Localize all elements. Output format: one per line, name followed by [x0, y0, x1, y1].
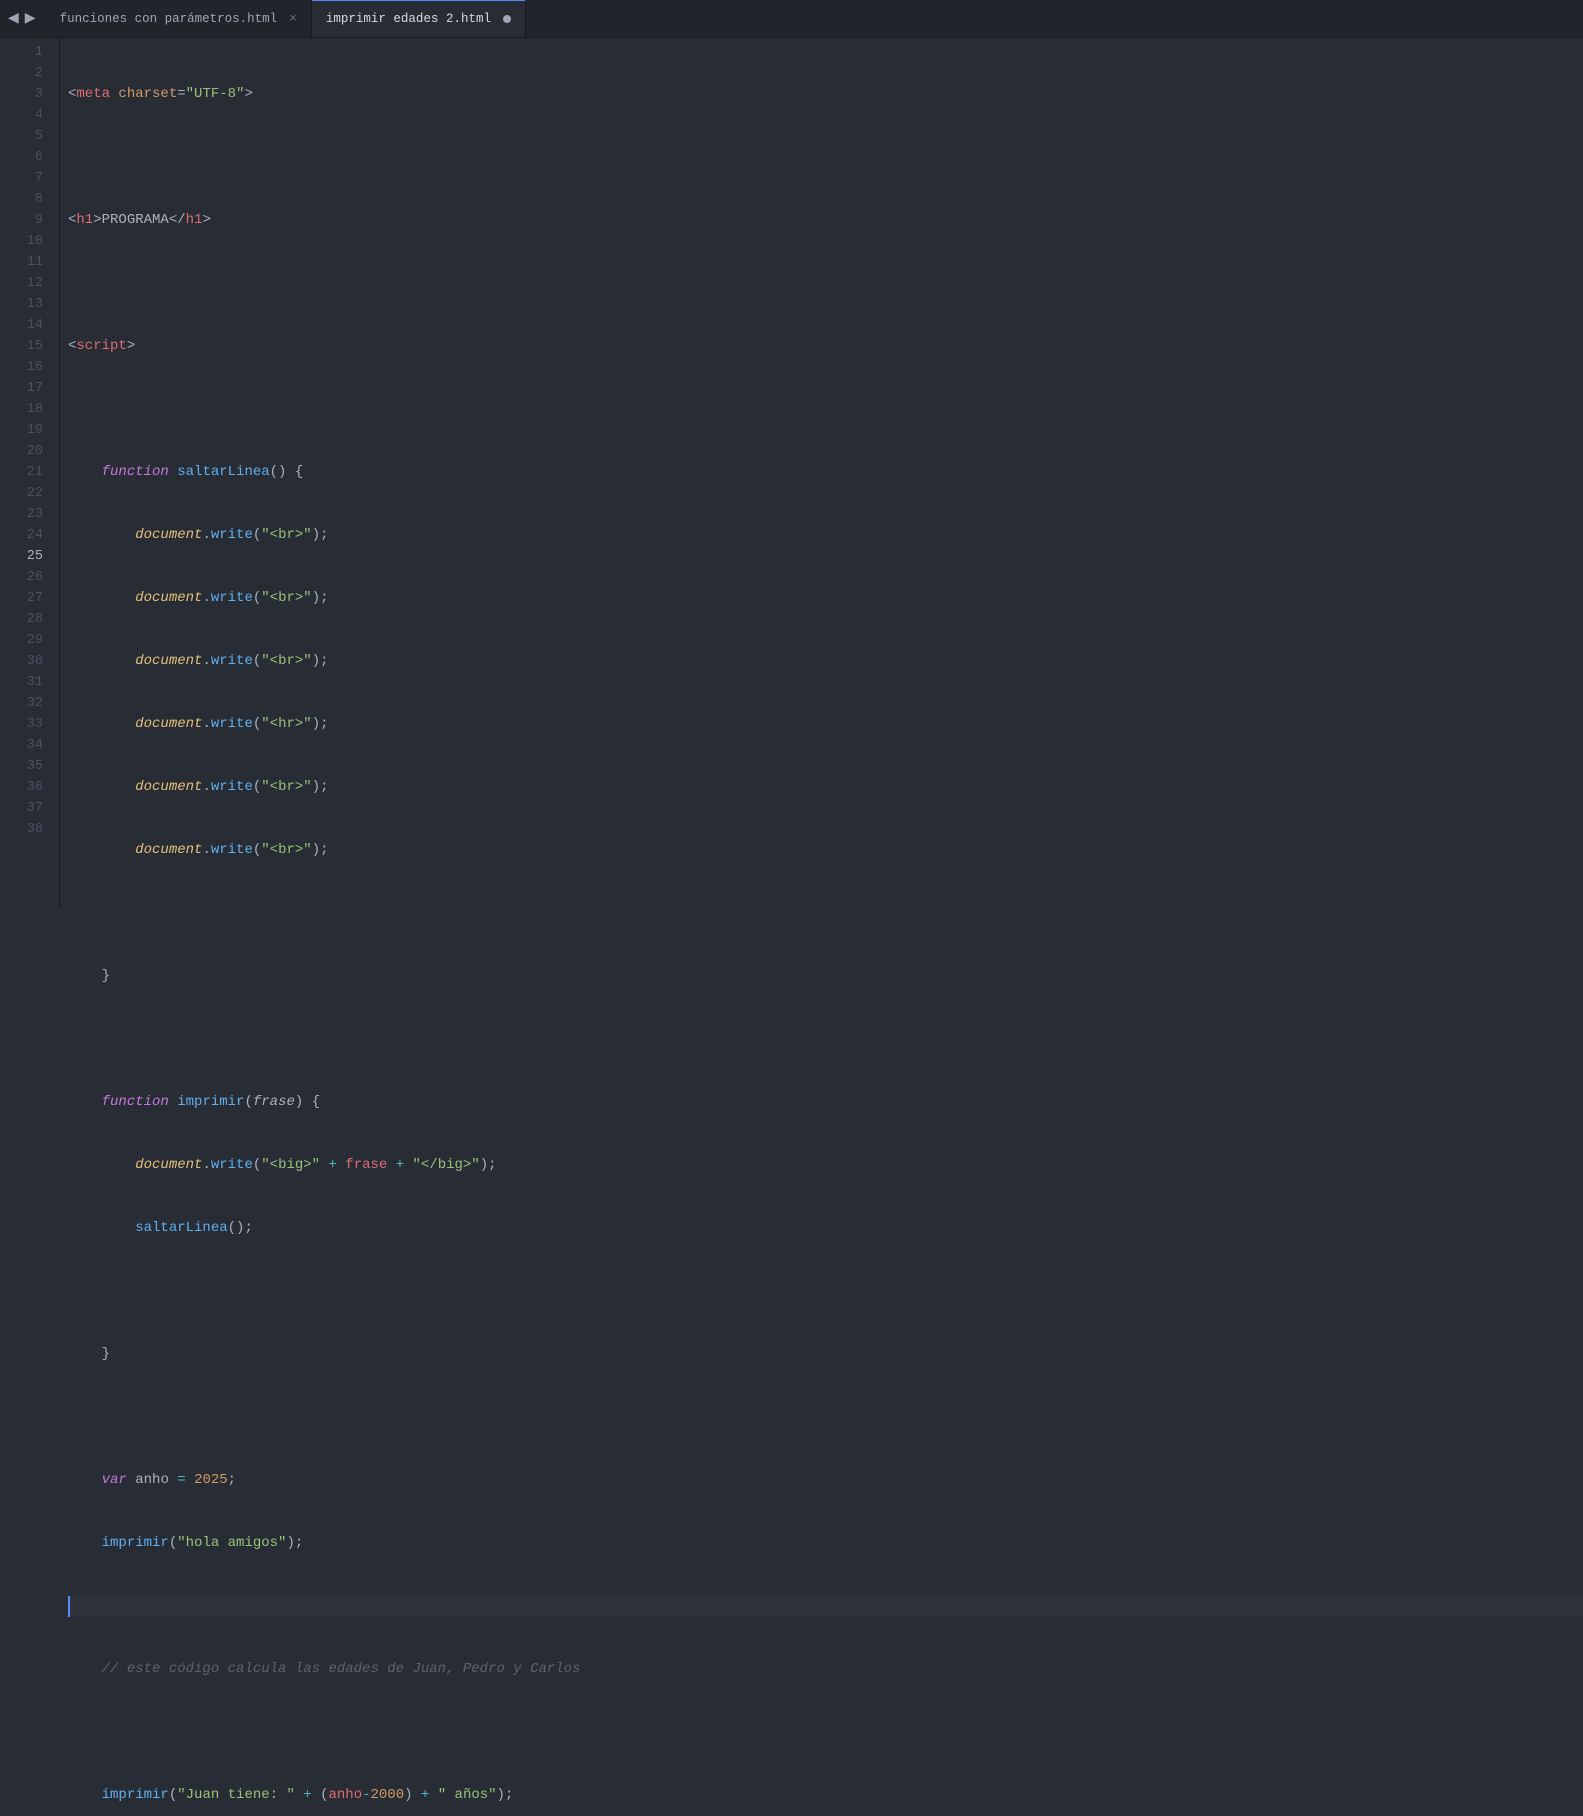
line-number[interactable]: 26 — [0, 567, 43, 588]
tab-inactive[interactable]: funciones con parámetros.html × — [46, 0, 312, 37]
line-number[interactable]: 33 — [0, 714, 43, 735]
line-number[interactable]: 14 — [0, 315, 43, 336]
line-number[interactable]: 7 — [0, 168, 43, 189]
line-number[interactable]: 28 — [0, 609, 43, 630]
line-number[interactable]: 15 — [0, 336, 43, 357]
line-number[interactable]: 30 — [0, 651, 43, 672]
line-number[interactable]: 23 — [0, 504, 43, 525]
line-number[interactable]: 20 — [0, 441, 43, 462]
line-number[interactable]: 1 — [0, 42, 43, 63]
line-number[interactable]: 35 — [0, 756, 43, 777]
close-icon[interactable]: × — [289, 11, 297, 26]
line-number[interactable]: 31 — [0, 672, 43, 693]
line-number[interactable]: 3 — [0, 84, 43, 105]
tab-active[interactable]: imprimir edades 2.html — [312, 0, 526, 37]
line-number[interactable]: 38 — [0, 819, 43, 840]
line-number[interactable]: 16 — [0, 357, 43, 378]
line-number[interactable]: 6 — [0, 147, 43, 168]
line-number[interactable]: 25 — [0, 546, 43, 567]
line-number[interactable]: 18 — [0, 399, 43, 420]
line-number[interactable]: 4 — [0, 105, 43, 126]
line-number[interactable]: 12 — [0, 273, 43, 294]
line-number[interactable]: 2 — [0, 63, 43, 84]
tab-title: funciones con parámetros.html — [60, 12, 278, 26]
line-number[interactable]: 36 — [0, 777, 43, 798]
editor: 1234567891011121314151617181920212223242… — [0, 38, 1583, 908]
line-number[interactable]: 9 — [0, 210, 43, 231]
gutter: 1234567891011121314151617181920212223242… — [0, 38, 60, 908]
line-number[interactable]: 8 — [0, 189, 43, 210]
dirty-indicator-icon[interactable] — [503, 15, 511, 23]
nav-forward-icon[interactable]: ▶ — [23, 8, 38, 29]
line-number[interactable]: 37 — [0, 798, 43, 819]
current-line — [68, 1596, 1583, 1617]
line-number[interactable]: 22 — [0, 483, 43, 504]
line-number[interactable]: 27 — [0, 588, 43, 609]
nav-arrows: ◀ ▶ — [0, 0, 46, 37]
tab-title: imprimir edades 2.html — [326, 12, 491, 26]
tab-bar: ◀ ▶ funciones con parámetros.html × impr… — [0, 0, 1583, 38]
line-number[interactable]: 5 — [0, 126, 43, 147]
line-number[interactable]: 24 — [0, 525, 43, 546]
nav-back-icon[interactable]: ◀ — [6, 8, 21, 29]
cursor-icon — [68, 1596, 70, 1617]
line-number[interactable]: 17 — [0, 378, 43, 399]
line-number[interactable]: 34 — [0, 735, 43, 756]
line-number[interactable]: 29 — [0, 630, 43, 651]
line-number[interactable]: 13 — [0, 294, 43, 315]
line-number[interactable]: 19 — [0, 420, 43, 441]
line-number[interactable]: 21 — [0, 462, 43, 483]
code-area[interactable]: <meta charset="UTF-8"> <h1>PROGRAMA</h1>… — [60, 38, 1583, 908]
line-number[interactable]: 10 — [0, 231, 43, 252]
line-number[interactable]: 32 — [0, 693, 43, 714]
line-number[interactable]: 11 — [0, 252, 43, 273]
